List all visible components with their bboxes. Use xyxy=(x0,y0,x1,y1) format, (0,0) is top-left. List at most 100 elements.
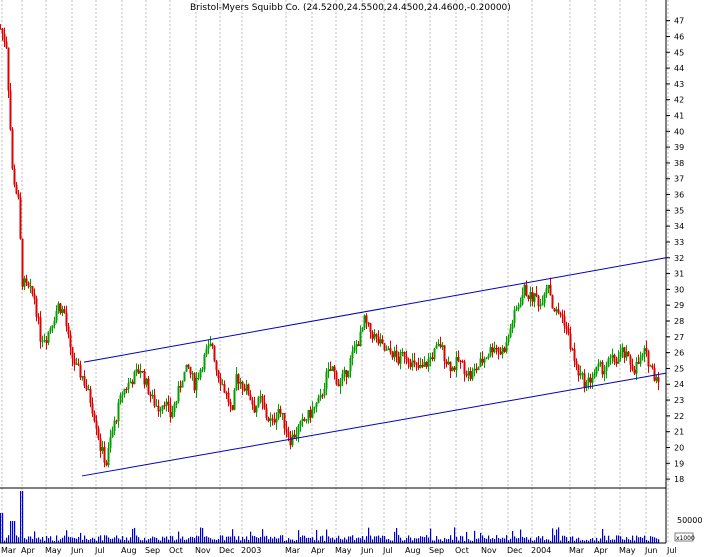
volume-bar xyxy=(190,536,192,543)
price-bar xyxy=(433,348,436,360)
price-bar xyxy=(149,393,152,396)
volume-bar xyxy=(352,535,354,543)
volume-bar xyxy=(116,535,118,543)
volume-bar xyxy=(626,537,628,543)
chart-title: Bristol-Myers Squibb Co. (24.5200,24.550… xyxy=(190,3,511,13)
volume-bar xyxy=(186,539,188,543)
price-bar xyxy=(563,316,566,326)
price-bar xyxy=(239,381,242,384)
price-bar xyxy=(363,315,366,328)
volume-bar xyxy=(644,535,646,543)
volume-bar xyxy=(632,535,634,543)
volume-bar xyxy=(308,537,310,543)
y-tick-label: 40 xyxy=(674,127,684,136)
price-bar xyxy=(311,408,314,418)
volume-bar xyxy=(76,538,78,543)
price-bar xyxy=(635,362,638,374)
x-tick-label: Mar xyxy=(285,546,301,555)
volume-bar xyxy=(524,537,526,543)
price-bar xyxy=(591,378,594,383)
volume-bar xyxy=(274,536,276,543)
price-bar xyxy=(77,363,80,365)
volume-bar xyxy=(454,527,456,543)
volume-bar xyxy=(406,538,408,543)
volume-bar xyxy=(496,535,498,543)
volume-bar xyxy=(182,536,184,543)
volume-bar xyxy=(350,536,352,543)
volume-bar xyxy=(92,537,94,543)
x-tick-label: Oct xyxy=(455,546,469,555)
price-bar xyxy=(383,343,386,351)
volume-bar xyxy=(164,537,166,543)
volume-bar xyxy=(144,537,146,543)
volume-bar xyxy=(254,536,256,543)
price-bar xyxy=(301,418,304,422)
volume-bar xyxy=(30,536,32,543)
volume-bar xyxy=(132,528,134,543)
volume-bar xyxy=(110,538,112,543)
price-bar xyxy=(287,431,290,437)
price-bar xyxy=(71,347,74,359)
price-bar xyxy=(33,293,36,299)
price-bar xyxy=(183,371,186,382)
volume-bar xyxy=(244,539,246,543)
y-tick-label: 42 xyxy=(674,96,684,105)
volume-bar xyxy=(498,538,500,543)
volume-bar xyxy=(482,535,484,543)
volume-bar xyxy=(618,535,620,543)
price-bar xyxy=(357,344,360,347)
price-bar xyxy=(135,369,138,372)
price-bar xyxy=(495,347,498,349)
price-bar xyxy=(39,317,42,342)
price-bar xyxy=(87,389,90,391)
y-tick-label: 43 xyxy=(674,80,684,89)
price-bar xyxy=(515,309,518,311)
volume-bar xyxy=(374,536,376,543)
volume-bar xyxy=(38,537,40,543)
price-bar xyxy=(195,377,198,391)
volume-bar xyxy=(2,513,4,543)
price-bar xyxy=(231,405,234,410)
price-bar xyxy=(341,373,344,380)
volume-bar xyxy=(24,538,26,543)
price-bar xyxy=(655,377,658,381)
volume-bar xyxy=(346,539,348,543)
y-tick-label: 25 xyxy=(674,364,684,373)
price-bar xyxy=(425,362,428,367)
volume-bar xyxy=(504,538,506,543)
volume-bar xyxy=(114,537,116,543)
price-bar xyxy=(291,434,294,446)
y-tick-label: 44 xyxy=(674,64,684,73)
price-bar xyxy=(109,436,112,448)
price-bar xyxy=(315,402,318,407)
price-bar xyxy=(191,373,194,375)
price-bar xyxy=(197,377,200,379)
volume-bar xyxy=(258,537,260,543)
price-bar xyxy=(131,381,134,385)
volume-bar xyxy=(446,539,448,543)
price-bar xyxy=(181,381,184,388)
volume-bar xyxy=(60,539,62,543)
volume-bar xyxy=(650,536,652,543)
price-bar xyxy=(3,33,6,42)
volume-bar xyxy=(154,537,156,543)
volume-bar xyxy=(152,536,154,543)
price-bar xyxy=(629,356,632,365)
price-bar xyxy=(467,371,470,376)
price-bar xyxy=(627,351,630,357)
volume-bar xyxy=(436,536,438,543)
volume-bar xyxy=(172,536,174,543)
price-bar xyxy=(459,360,462,362)
price-bar xyxy=(61,309,64,314)
price-bar xyxy=(227,392,230,402)
volume-bar xyxy=(302,535,304,543)
price-bar xyxy=(451,367,454,372)
price-bar xyxy=(273,419,276,423)
price-bar xyxy=(83,376,86,386)
price-bar xyxy=(349,358,352,371)
price-bar xyxy=(137,369,140,374)
price-bar xyxy=(119,395,122,403)
volume-bar xyxy=(552,528,554,543)
price-bar xyxy=(331,366,334,371)
price-bar xyxy=(245,384,248,391)
